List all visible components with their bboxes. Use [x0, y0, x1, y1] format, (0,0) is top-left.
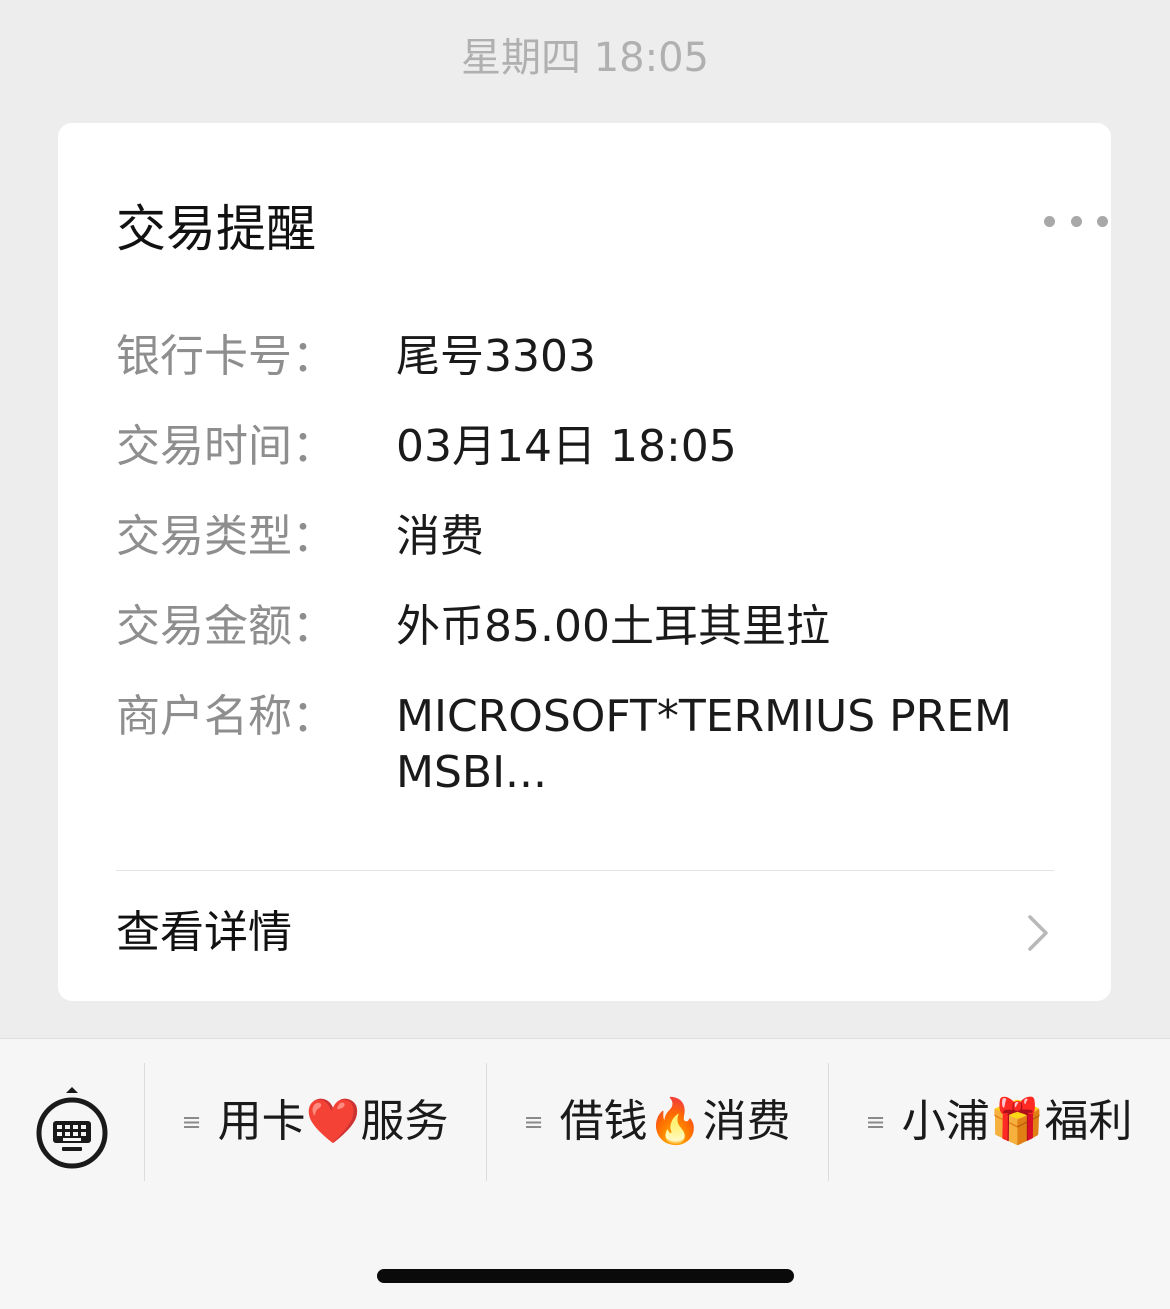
row-value: 消费 [396, 511, 484, 562]
more-dot [1097, 215, 1108, 227]
view-details-label: 查看详情 [116, 907, 292, 958]
row-transaction-type: 交易类型： 消费 [116, 509, 1056, 565]
message-timestamp: 星期四 18:05 [461, 35, 709, 81]
row-label: 交易时间： [116, 421, 336, 472]
chevron-right-icon [1028, 915, 1048, 951]
row-value: 尾号3303 [396, 331, 596, 382]
row-value: 03月14日 18:05 [396, 421, 737, 472]
menu-label: 用卡❤️服务 [217, 1096, 449, 1147]
home-indicator[interactable] [377, 1269, 794, 1283]
menu-xiaopu-benefits[interactable]: ≡ 小浦🎁福利 [829, 1063, 1169, 1181]
more-options-button[interactable] [1044, 205, 1108, 237]
row-value: MICROSOFT*TERMIUS PREM MSBI... [396, 691, 1013, 798]
row-card-number: 银行卡号： 尾号3303 [116, 329, 1056, 385]
menu-lines-icon: ≡ [523, 1108, 544, 1136]
transaction-alert-card: 交易提醒 银行卡号： 尾号3303 交易时间： 03月14日 18:05 交易类… [58, 123, 1111, 1001]
menu-lines-icon: ≡ [865, 1108, 886, 1136]
menu-label: 小浦🎁福利 [901, 1096, 1133, 1147]
more-dot [1070, 215, 1082, 227]
bottom-menu-bar: ≡ 用卡❤️服务 ≡ 借钱🔥消费 ≡ 小浦🎁福利 [0, 1038, 1170, 1309]
row-merchant-name: 商户名称： MICROSOFT*TERMIUS PREM MSBI... [116, 689, 1056, 801]
row-label: 交易金额： [116, 601, 336, 652]
row-label: 商户名称： [116, 691, 336, 742]
row-label: 交易类型： [116, 511, 336, 562]
row-transaction-amount: 交易金额： 外币85.00土耳其里拉 [116, 599, 1056, 655]
row-transaction-time: 交易时间： 03月14日 18:05 [116, 419, 1056, 475]
row-value: 外币85.00土耳其里拉 [396, 601, 830, 652]
card-title: 交易提醒 [116, 200, 316, 258]
keyboard-icon[interactable] [30, 1087, 114, 1177]
menu-borrow-spend[interactable]: ≡ 借钱🔥消费 [487, 1063, 827, 1181]
menu-lines-icon: ≡ [181, 1108, 202, 1136]
row-label: 银行卡号： [116, 331, 336, 382]
menu-card-services[interactable]: ≡ 用卡❤️服务 [145, 1063, 485, 1181]
view-details-link[interactable]: 查看详情 [58, 871, 1111, 1001]
menu-label: 借钱🔥消费 [559, 1096, 791, 1147]
more-horizontal-icon [1044, 215, 1055, 227]
